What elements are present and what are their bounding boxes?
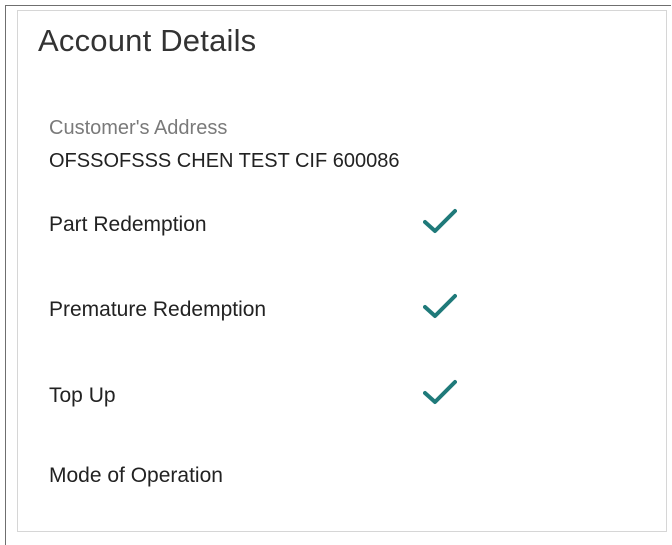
checkmark-icon [423, 380, 457, 404]
top-up-label: Top Up [49, 384, 116, 407]
panel-title: Account Details [38, 23, 257, 58]
part-redemption-label: Part Redemption [49, 213, 207, 236]
checkmark-icon [423, 209, 457, 233]
mode-of-operation-label: Mode of Operation [49, 464, 223, 487]
customer-address-value: OFSSOFSSS CHEN TEST CIF 600086 [49, 150, 400, 172]
premature-redemption-label: Premature Redemption [49, 298, 267, 321]
customer-address-label: Customer's Address [49, 117, 228, 139]
account-details-panel: Account Details Customer's Address OFSSO… [17, 10, 667, 532]
checkmark-icon [423, 294, 457, 318]
